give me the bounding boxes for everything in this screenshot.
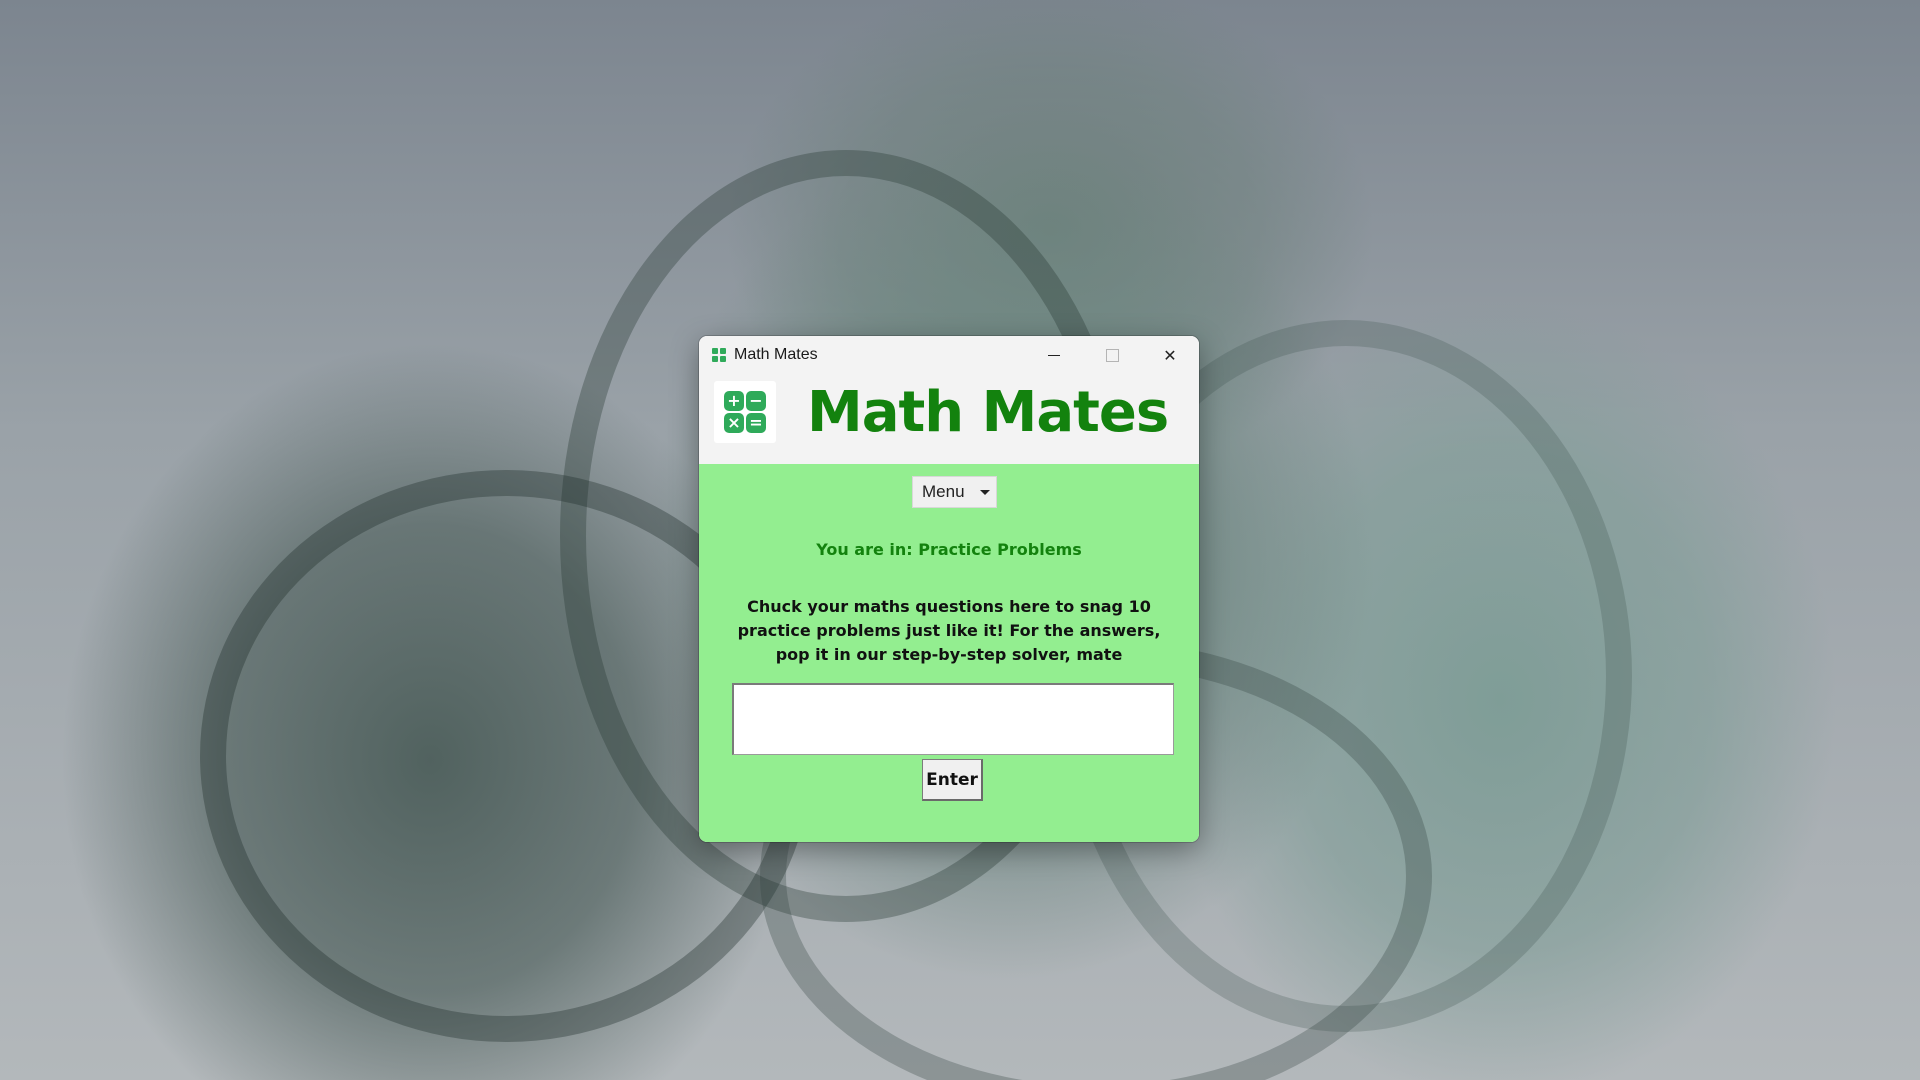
minus-icon: − (746, 391, 766, 411)
plus-icon: + (724, 391, 744, 411)
app-grid-icon (712, 348, 726, 362)
enter-button[interactable]: Enter (922, 759, 983, 801)
maximize-button[interactable] (1083, 336, 1141, 374)
maximize-icon (1105, 348, 1119, 362)
title-bar[interactable]: Math Mates ✕ (699, 336, 1199, 374)
app-window: Math Mates ✕ + − × = Math Mates Menu You… (699, 336, 1199, 842)
app-header: + − × = Math Mates (699, 374, 1199, 464)
equals-icon: = (746, 413, 766, 433)
desktop-background: Math Mates ✕ + − × = Math Mates Menu You… (0, 0, 1920, 1080)
menu-label: Menu (922, 482, 965, 501)
menu-dropdown[interactable]: Menu (912, 476, 997, 508)
calculator-icon: + − × = (714, 381, 776, 443)
question-input[interactable] (732, 683, 1174, 755)
times-icon: × (724, 413, 744, 433)
chevron-down-icon (980, 490, 990, 495)
app-title: Math Mates (807, 380, 1169, 445)
close-icon: ✕ (1163, 345, 1177, 365)
window-title: Math Mates (734, 346, 818, 363)
close-button[interactable]: ✕ (1141, 336, 1199, 374)
instructions-text: Chuck your maths questions here to snag … (737, 597, 1161, 664)
minimize-icon (1048, 354, 1060, 356)
main-content: Menu You are in: Practice Problems Chuck… (699, 464, 1199, 842)
minimize-button[interactable] (1025, 336, 1083, 374)
location-status: You are in: Practice Problems (816, 540, 1082, 559)
